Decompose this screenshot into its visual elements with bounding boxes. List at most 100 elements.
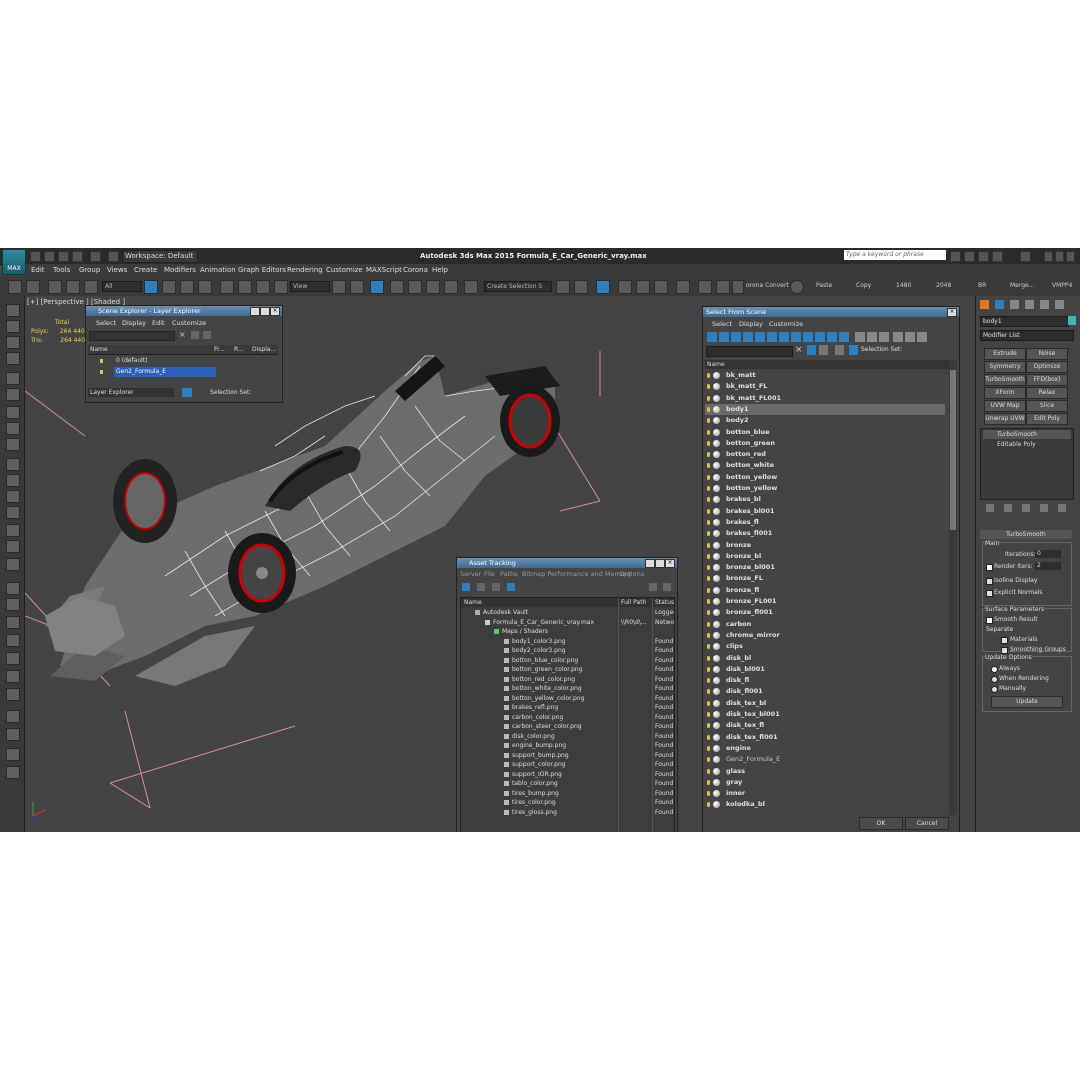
bulb-icon[interactable]	[707, 745, 710, 751]
bulb-icon[interactable]	[707, 542, 710, 548]
table-row[interactable]: Maps / Shaders	[461, 627, 674, 637]
hair-icon[interactable]	[6, 688, 20, 701]
refresh-icon[interactable]	[663, 583, 671, 591]
render-setup-icon[interactable]	[676, 280, 690, 294]
geosphere-icon[interactable]	[6, 490, 20, 503]
bulb-icon[interactable]	[707, 802, 710, 808]
bulb-icon[interactable]	[707, 689, 710, 695]
rectangle-selection-icon[interactable]	[180, 280, 194, 294]
spacewarp-icon[interactable]	[6, 422, 20, 435]
open-file-icon[interactable]	[44, 251, 55, 262]
workspace-dropdown[interactable]: Workspace: Default	[122, 250, 198, 263]
modifier-list-dropdown[interactable]: Modifier List	[980, 330, 1074, 341]
smoothing-groups-checkbox[interactable]	[1001, 647, 1008, 654]
list-item[interactable]: bronze_fl001	[705, 607, 945, 618]
hierarchy-icon[interactable]	[905, 332, 915, 342]
col-renderable[interactable]: R...	[234, 345, 244, 354]
percent-snap-icon[interactable]	[426, 280, 440, 294]
bulb-icon[interactable]	[707, 678, 710, 684]
table-row[interactable]: body2_color3.png Found	[461, 646, 674, 656]
table-row[interactable]: support_color.png Found	[461, 760, 674, 770]
project-folder-icon[interactable]	[108, 251, 119, 262]
options-icon[interactable]	[917, 332, 927, 342]
col-name[interactable]: Name	[90, 345, 108, 354]
sfs-menu-customize[interactable]: Customize	[769, 320, 803, 328]
scene-menu-display[interactable]: Display	[122, 319, 146, 327]
geometry-filter-icon[interactable]	[707, 332, 717, 342]
make-unique-icon[interactable]	[1022, 504, 1030, 512]
redo-icon[interactable]	[26, 280, 40, 294]
col-name[interactable]: Name	[464, 598, 482, 607]
br-button[interactable]: BR	[978, 276, 986, 296]
sfs-menu-select[interactable]: Select	[712, 320, 732, 328]
list-item[interactable]: brakes_fl	[705, 517, 945, 528]
list-item[interactable]: clips	[705, 641, 945, 652]
box-primitive-icon[interactable]	[6, 458, 20, 471]
layer-row[interactable]: Gen2_Formula_E	[88, 367, 278, 377]
spinner-snap-icon[interactable]	[444, 280, 458, 294]
bulb-icon[interactable]	[707, 384, 710, 390]
col-full-path[interactable]: Full Path	[621, 598, 646, 607]
list-item[interactable]: body1	[705, 403, 945, 416]
spacewarp-filter-icon[interactable]	[767, 332, 777, 342]
menu-animation[interactable]: Animation	[200, 264, 236, 276]
create-tab-icon[interactable]	[980, 300, 989, 309]
materials-checkbox[interactable]	[1001, 637, 1008, 644]
bulb-icon[interactable]	[707, 655, 710, 661]
table-row[interactable]: botton_red_color.png Found	[461, 675, 674, 685]
bulb-icon[interactable]	[707, 700, 710, 706]
find-icon[interactable]	[819, 345, 828, 355]
list-item[interactable]: Gen2_Formula_E	[705, 754, 945, 765]
clear-search-icon[interactable]: ×	[795, 345, 803, 355]
teapot-icon[interactable]	[6, 506, 20, 519]
bulb-icon[interactable]	[707, 632, 710, 638]
list-item[interactable]: kolodka_bl	[705, 799, 945, 810]
menu-modifiers[interactable]: Modifiers	[164, 264, 196, 276]
bulb-icon[interactable]	[707, 452, 710, 458]
calculator-icon[interactable]	[6, 728, 20, 741]
table-row[interactable]: carbon_steer_color.png Found	[461, 722, 674, 732]
col-display[interactable]: Displa...	[252, 345, 276, 354]
bulb-icon[interactable]	[707, 406, 710, 412]
bulb-icon[interactable]	[707, 531, 710, 537]
select-manipulate-icon[interactable]	[350, 280, 364, 294]
preset-1480-button[interactable]: 1480	[896, 276, 911, 296]
list-item[interactable]: botton_yellow	[705, 472, 945, 483]
menu-corona[interactable]: Corona	[403, 264, 428, 276]
display-tab-icon[interactable]	[1040, 300, 1049, 309]
bulb-icon[interactable]	[707, 599, 710, 604]
noise-button[interactable]: Noise	[1026, 348, 1068, 360]
list-item[interactable]: chrome_mirror	[705, 630, 945, 641]
table-row[interactable]: botton_white_color.png Found	[461, 684, 674, 694]
named-selection-dropdown[interactable]: Create Selection S	[484, 281, 552, 292]
menu-views[interactable]: Views	[107, 264, 127, 276]
vertical-scrollbar[interactable]	[949, 360, 957, 815]
clear-search-icon[interactable]: ×	[179, 331, 187, 339]
configure-modifier-icon[interactable]	[1058, 504, 1066, 512]
minimize-icon[interactable]	[645, 559, 655, 568]
list-item[interactable]: bronze_FL001	[705, 596, 945, 607]
list-item[interactable]: bronze_FL	[705, 573, 945, 584]
list-item[interactable]: botton_blue	[705, 427, 945, 438]
select-invert-icon[interactable]	[879, 332, 889, 342]
layer-row[interactable]: 0 (default)	[88, 356, 278, 366]
subscription-icon[interactable]	[964, 251, 975, 262]
menu-customize[interactable]: Customize	[326, 264, 363, 276]
cancel-button[interactable]: Cancel	[905, 817, 949, 830]
selection-set-label[interactable]: Selection Set:	[861, 346, 902, 353]
shape-icon[interactable]	[6, 558, 20, 571]
selection-filter-dropdown[interactable]: All	[102, 281, 142, 292]
bulb-icon[interactable]	[707, 508, 710, 514]
menu-tools[interactable]: Tools	[53, 264, 70, 276]
table-row[interactable]: body1_color3.png Found	[461, 637, 674, 647]
menu-graph-editors[interactable]: Graph Editors	[238, 264, 286, 276]
bind-space-warp-icon[interactable]	[84, 280, 98, 294]
object-color-swatch[interactable]	[1068, 316, 1076, 325]
layer-toggle-icon[interactable]	[182, 388, 192, 397]
list-item[interactable]: carbon	[705, 619, 945, 630]
table-row[interactable]: botton_blue_color.png Found	[461, 656, 674, 666]
table-row[interactable]: Autodesk Vault Logged	[461, 608, 674, 618]
table-row[interactable]: tires_bump.png Found	[461, 789, 674, 799]
corona-converter-label[interactable]: orona Convert	[746, 276, 789, 296]
particles-icon[interactable]	[6, 582, 20, 595]
